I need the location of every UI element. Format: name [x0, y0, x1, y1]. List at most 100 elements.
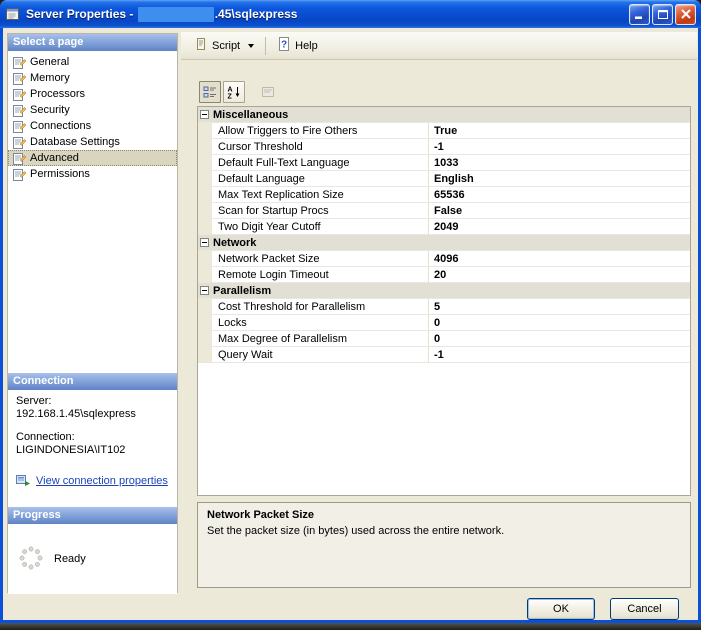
sidebar-item-label: Memory — [30, 72, 70, 84]
category-label: Network — [213, 236, 257, 249]
property-row[interactable]: Max Degree of Parallelism 0 — [198, 331, 690, 347]
svg-text:A: A — [228, 87, 233, 94]
property-grid: Miscellaneous Allow Triggers to Fire Oth… — [197, 106, 691, 496]
dropdown-arrow-icon[interactable] — [248, 44, 255, 51]
sidebar-item-database-settings[interactable]: Database Settings — [8, 134, 177, 150]
property-row[interactable]: Network Packet Size 4096 — [198, 251, 690, 267]
property-row[interactable]: Two Digit Year Cutoff 2049 — [198, 219, 690, 235]
sidebar-item-connections[interactable]: Connections — [8, 118, 177, 134]
sort-alphabetical-icon: AZ — [228, 87, 240, 100]
view-connection-properties-link[interactable]: View connection properties — [36, 475, 168, 488]
property-value[interactable]: 65536 — [429, 187, 690, 202]
category-row-miscellaneous[interactable]: Miscellaneous — [198, 107, 690, 123]
maximize-button[interactable] — [652, 3, 673, 25]
property-value[interactable]: 0 — [429, 331, 690, 346]
property-value[interactable]: 20 — [429, 267, 690, 282]
close-icon — [680, 9, 691, 19]
server-label: Server: — [16, 395, 52, 407]
sidebar-item-general[interactable]: General — [8, 54, 177, 70]
property-value[interactable]: 0 — [429, 315, 690, 330]
category-label: Miscellaneous — [213, 108, 289, 121]
script-label: Script — [212, 39, 241, 52]
property-value[interactable]: 4096 — [429, 251, 690, 266]
progress-header: Progress — [8, 507, 177, 524]
sidebar-item-label: Permissions — [30, 168, 90, 180]
property-label: Query Wait — [212, 347, 429, 362]
row-margin — [198, 347, 212, 362]
row-margin — [198, 203, 212, 218]
property-row[interactable]: Locks 0 — [198, 315, 690, 331]
sidebar-item-advanced[interactable]: Advanced — [8, 150, 177, 166]
property-value[interactable]: -1 — [429, 139, 690, 154]
page-list: General Memory Processors Security Conne… — [8, 51, 177, 373]
titlebar[interactable]: Server Properties - .45\sqlexpress — [0, 0, 701, 28]
minimize-button[interactable] — [629, 3, 650, 25]
category-row-parallelism[interactable]: Parallelism — [198, 283, 690, 299]
sidebar-item-memory[interactable]: Memory — [8, 70, 177, 86]
property-value[interactable]: English — [429, 171, 690, 186]
ok-button[interactable]: OK — [527, 598, 595, 620]
categorized-button[interactable] — [199, 81, 221, 103]
row-margin — [198, 315, 212, 330]
progress-status: Ready — [54, 553, 86, 565]
property-label: Max Text Replication Size — [212, 187, 429, 202]
property-value[interactable]: 5 — [429, 299, 690, 314]
property-pages-button — [257, 81, 279, 103]
sidebar-item-permissions[interactable]: Permissions — [8, 166, 177, 182]
title-redacted-highlight — [137, 6, 214, 22]
connection-panel: Server: 192.168.1.45\sqlexpress Connecti… — [8, 390, 177, 507]
categorized-icon — [203, 86, 216, 98]
property-label: Scan for Startup Procs — [212, 203, 429, 218]
background-window-edge — [0, 623, 701, 630]
row-margin — [198, 267, 212, 282]
script-icon — [194, 37, 208, 54]
property-value[interactable]: True — [429, 123, 690, 138]
sidebar-item-security[interactable]: Security — [8, 102, 177, 118]
row-margin — [198, 187, 212, 202]
svg-text:Z: Z — [228, 94, 233, 100]
collapse-icon[interactable] — [200, 286, 209, 295]
collapse-icon[interactable] — [200, 238, 209, 247]
alphabetical-button[interactable]: AZ — [223, 81, 245, 103]
sidebar-item-label: Advanced — [30, 152, 79, 164]
script-button[interactable]: Script — [187, 33, 261, 58]
window-title: Server Properties - .45\sqlexpress — [26, 6, 298, 22]
property-value[interactable]: 1033 — [429, 155, 690, 170]
row-margin — [198, 299, 212, 314]
category-row-network[interactable]: Network — [198, 235, 690, 251]
server-properties-window: Server Properties - .45\sqlexpress Selec… — [0, 0, 701, 623]
property-label: Allow Triggers to Fire Others — [212, 123, 429, 138]
property-row[interactable]: Cursor Threshold -1 — [198, 139, 690, 155]
page-icon — [13, 136, 27, 149]
property-label: Locks — [212, 315, 429, 330]
category-label: Parallelism — [213, 284, 272, 297]
sidebar-item-processors[interactable]: Processors — [8, 86, 177, 102]
property-row[interactable]: Scan for Startup Procs False — [198, 203, 690, 219]
property-row[interactable]: Allow Triggers to Fire Others True — [198, 123, 690, 139]
property-value[interactable]: 2049 — [429, 219, 690, 234]
sidebar-item-label: Connections — [30, 120, 92, 132]
property-row[interactable]: Cost Threshold for Parallelism 5 — [198, 299, 690, 315]
sidebar-item-label: Processors — [30, 88, 86, 100]
property-row[interactable]: Max Text Replication Size 65536 — [198, 187, 690, 203]
connection-label: Connection: — [16, 431, 75, 443]
progress-spinner-icon — [18, 545, 44, 574]
help-button[interactable]: ? Help — [270, 33, 325, 58]
view-connection-properties-icon — [16, 473, 31, 490]
sidebar-item-label: Security — [30, 104, 70, 116]
property-label: Default Language — [212, 171, 429, 186]
property-row[interactable]: Default Full-Text Language 1033 — [198, 155, 690, 171]
property-label: Cursor Threshold — [212, 139, 429, 154]
row-margin — [198, 331, 212, 346]
property-row[interactable]: Default Language English — [198, 171, 690, 187]
cancel-button[interactable]: Cancel — [610, 598, 679, 620]
collapse-icon[interactable] — [200, 110, 209, 119]
connection-value: LIGINDONESIA\IT102 — [16, 444, 126, 456]
property-value[interactable]: -1 — [429, 347, 690, 362]
property-label: Network Packet Size — [212, 251, 429, 266]
property-row[interactable]: Query Wait -1 — [198, 347, 690, 363]
row-margin — [198, 219, 212, 234]
close-button[interactable] — [675, 3, 696, 25]
property-value[interactable]: False — [429, 203, 690, 218]
property-row[interactable]: Remote Login Timeout 20 — [198, 267, 690, 283]
